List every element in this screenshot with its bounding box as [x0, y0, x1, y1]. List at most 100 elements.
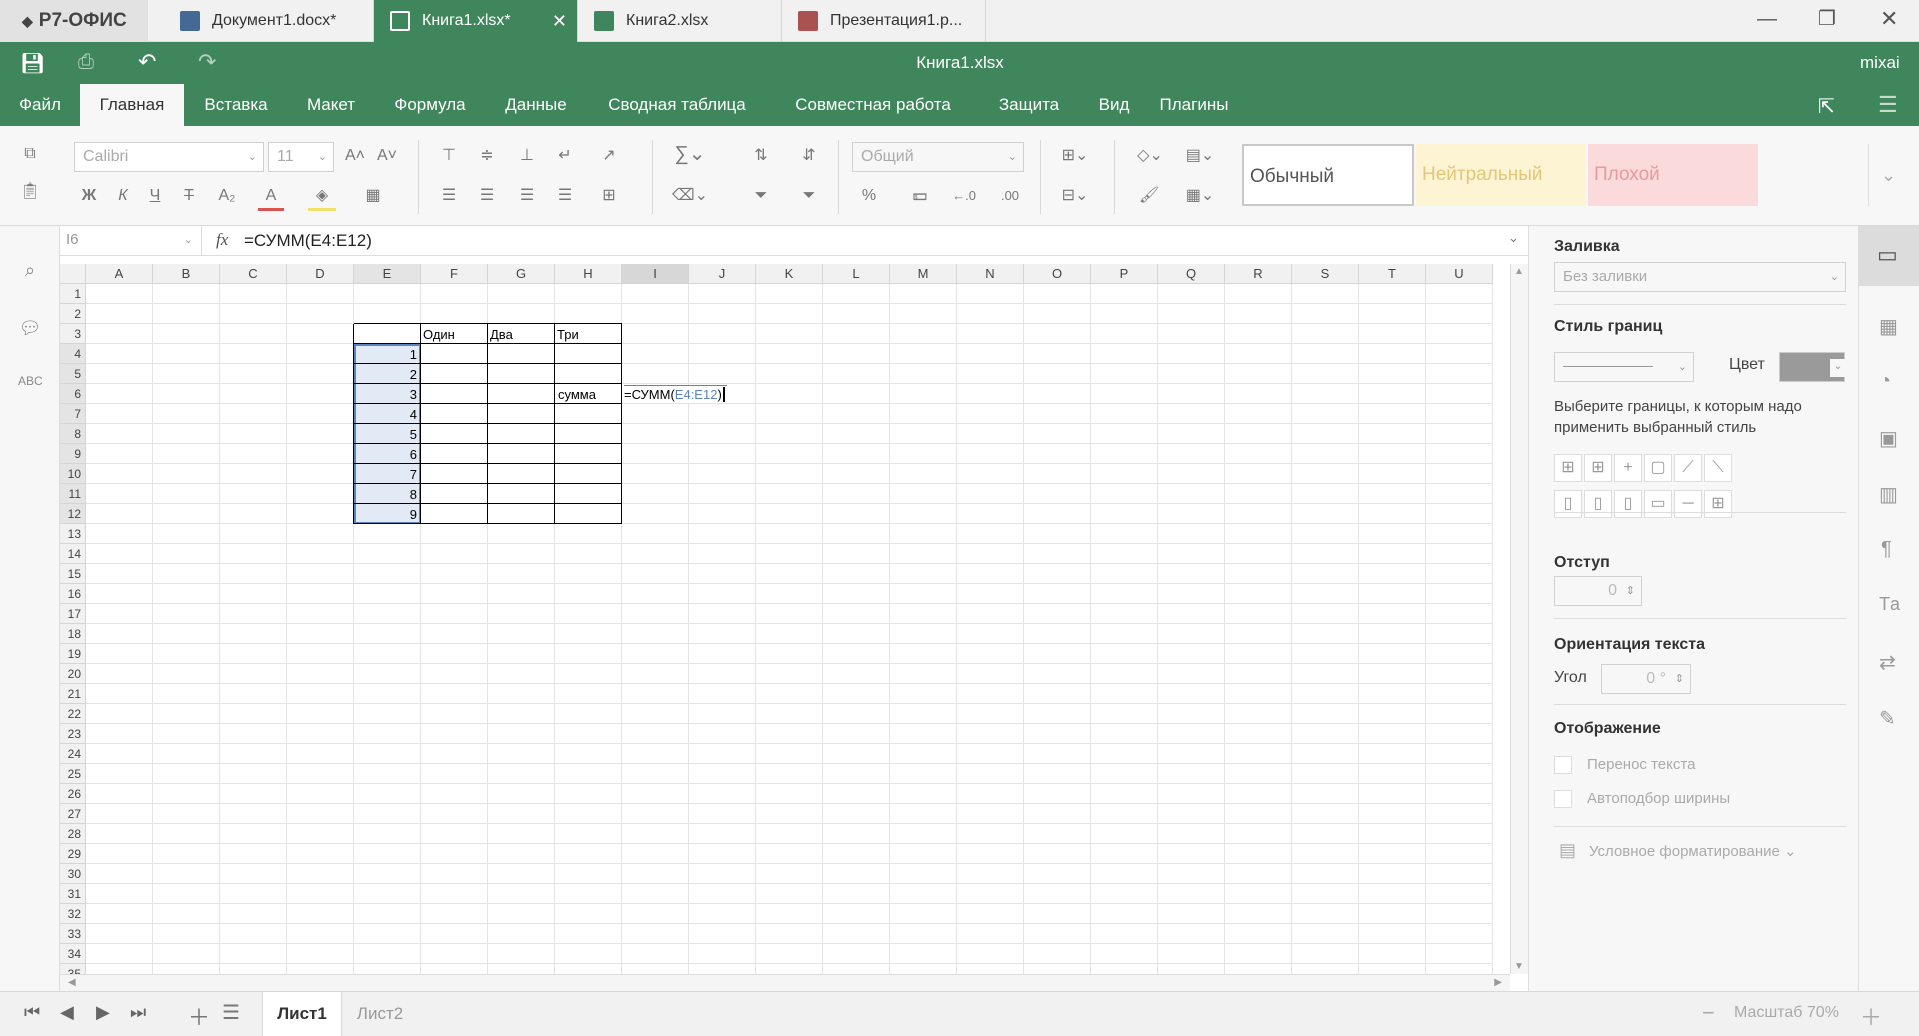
angle-input[interactable]: 0 ° ⇕: [1601, 664, 1691, 694]
percent-button[interactable]: %: [856, 184, 882, 208]
copy-icon[interactable]: ⧉: [18, 142, 42, 166]
hamburger-menu-icon[interactable]: ☰: [1878, 92, 1898, 118]
row-header[interactable]: 1: [60, 284, 86, 304]
select-all-corner[interactable]: [60, 264, 86, 284]
save-icon[interactable]: 💾︎: [20, 51, 45, 76]
strikethrough-button[interactable]: Т: [178, 184, 200, 208]
align-middle-icon[interactable]: ≑: [474, 144, 500, 168]
menu-layout[interactable]: Макет: [288, 84, 374, 126]
menu-data[interactable]: Данные: [486, 84, 586, 126]
editing-cell[interactable]: =СУММ(E4:E12): [624, 385, 727, 403]
wrap-text-icon[interactable]: ↵: [552, 144, 578, 168]
column-header[interactable]: L: [823, 264, 890, 284]
tab-kniga2[interactable]: Книга2.xlsx: [578, 0, 782, 42]
column-header[interactable]: F: [421, 264, 488, 284]
pivot-settings-icon[interactable]: ⇄: [1879, 650, 1896, 675]
font-color-button[interactable]: A: [258, 184, 284, 211]
row-header[interactable]: 23: [60, 724, 86, 744]
border-option-icon[interactable]: ▢: [1644, 454, 1672, 482]
filter-icon[interactable]: ⏷: [748, 184, 774, 208]
user-name[interactable]: mixai: [1860, 53, 1900, 73]
signature-settings-icon[interactable]: ✎: [1879, 706, 1896, 731]
menu-view[interactable]: Вид: [1080, 84, 1148, 126]
fx-icon[interactable]: fx: [216, 230, 228, 250]
sort-descending-icon[interactable]: ⇵: [796, 144, 822, 168]
row-header[interactable]: 34: [60, 944, 86, 964]
row-header[interactable]: 11: [60, 484, 86, 504]
cell-reference-box[interactable]: I6 ⌄: [60, 226, 202, 256]
sort-ascending-icon[interactable]: ⇅: [748, 144, 774, 168]
row-header[interactable]: 19: [60, 644, 86, 664]
text-orientation-icon[interactable]: ↗: [592, 144, 626, 168]
value-cell[interactable]: 9: [354, 507, 417, 522]
bold-button[interactable]: Ж: [78, 184, 100, 208]
font-name-select[interactable]: Calibri ⌄: [74, 142, 264, 172]
style-normal[interactable]: Обычный: [1242, 144, 1414, 206]
column-header[interactable]: U: [1426, 264, 1493, 284]
align-bottom-icon[interactable]: ⊥: [514, 144, 540, 168]
border-color-picker[interactable]: ⌄: [1779, 352, 1846, 382]
align-right-icon[interactable]: ☰: [514, 184, 540, 208]
row-header[interactable]: 32: [60, 904, 86, 924]
column-header[interactable]: I: [622, 264, 689, 284]
text-art-icon[interactable]: Tа: [1879, 594, 1900, 615]
column-header[interactable]: E: [354, 264, 421, 284]
fill-select[interactable]: Без заливки ⌄: [1554, 262, 1846, 292]
border-option-icon[interactable]: ▭: [1644, 490, 1672, 518]
font-size-select[interactable]: 11 ⌄: [268, 142, 334, 172]
row-header[interactable]: 21: [60, 684, 86, 704]
undo-icon[interactable]: ↶: [138, 49, 156, 75]
row-header[interactable]: 30: [60, 864, 86, 884]
value-cell[interactable]: 5: [354, 427, 417, 442]
close-tab-icon[interactable]: ✕: [552, 11, 567, 32]
close-window-icon[interactable]: ✕: [1880, 6, 1898, 32]
row-header[interactable]: 18: [60, 624, 86, 644]
row-header[interactable]: 15: [60, 564, 86, 584]
border-option-icon[interactable]: ⊞: [1704, 490, 1732, 518]
delete-cells-icon[interactable]: ⊟⌄: [1054, 184, 1096, 208]
redo-icon[interactable]: ↷: [198, 49, 216, 75]
row-header[interactable]: 5: [60, 364, 86, 384]
border-option-icon[interactable]: ⊞: [1554, 454, 1582, 482]
border-option-icon[interactable]: +: [1614, 454, 1642, 482]
column-header[interactable]: S: [1292, 264, 1359, 284]
row-header[interactable]: 9: [60, 444, 86, 464]
vertical-scrollbar[interactable]: ▲ ▼: [1510, 264, 1528, 974]
align-center-icon[interactable]: ☰: [474, 184, 500, 208]
scroll-left-icon[interactable]: ◀: [68, 977, 76, 988]
decrease-font-icon[interactable]: A˅: [374, 144, 400, 168]
spellcheck-icon[interactable]: ABC: [18, 374, 43, 398]
menu-insert[interactable]: Вставка: [184, 84, 288, 126]
add-sheet-icon[interactable]: ＋: [188, 1000, 210, 1032]
indent-input[interactable]: 0 ⇕: [1554, 576, 1642, 606]
decrease-decimal-icon[interactable]: ←.0: [948, 184, 980, 208]
align-top-icon[interactable]: ⊤: [436, 144, 462, 168]
value-cell[interactable]: 8: [354, 487, 417, 502]
column-header[interactable]: P: [1091, 264, 1158, 284]
expand-formula-icon[interactable]: ⌄: [1508, 230, 1519, 246]
wrap-text-checkbox[interactable]: [1554, 756, 1572, 774]
column-header[interactable]: M: [890, 264, 957, 284]
value-cell[interactable]: 7: [354, 467, 417, 482]
value-cell[interactable]: 2: [354, 367, 417, 382]
row-header[interactable]: 25: [60, 764, 86, 784]
tab-document1[interactable]: Документ1.docx*: [148, 0, 374, 42]
row-header[interactable]: 14: [60, 544, 86, 564]
border-line-select[interactable]: ⌄: [1554, 352, 1694, 382]
eraser-icon[interactable]: ◇⌄: [1130, 144, 1170, 168]
header-cell[interactable]: Один: [423, 327, 455, 342]
column-header[interactable]: K: [756, 264, 823, 284]
insert-cells-icon[interactable]: ⊞⌄: [1054, 144, 1096, 168]
sheet-list-icon[interactable]: ☰: [222, 1000, 240, 1025]
paragraph-settings-icon[interactable]: ¶: [1881, 538, 1892, 561]
row-header[interactable]: 26: [60, 784, 86, 804]
styles-expand-icon[interactable]: ⌄: [1868, 144, 1908, 206]
menu-protection[interactable]: Защита: [978, 84, 1080, 126]
tab-kniga1[interactable]: Книга1.xlsx* ✕: [374, 0, 578, 42]
row-header[interactable]: 8: [60, 424, 86, 444]
italic-button[interactable]: К: [112, 184, 134, 208]
minimize-icon[interactable]: —: [1757, 8, 1777, 31]
app-brand[interactable]: ◆ Р7-ОФИС: [0, 0, 148, 42]
paste-icon[interactable]: 📋︎: [18, 180, 42, 204]
scroll-right-icon[interactable]: ▶: [1494, 977, 1502, 988]
